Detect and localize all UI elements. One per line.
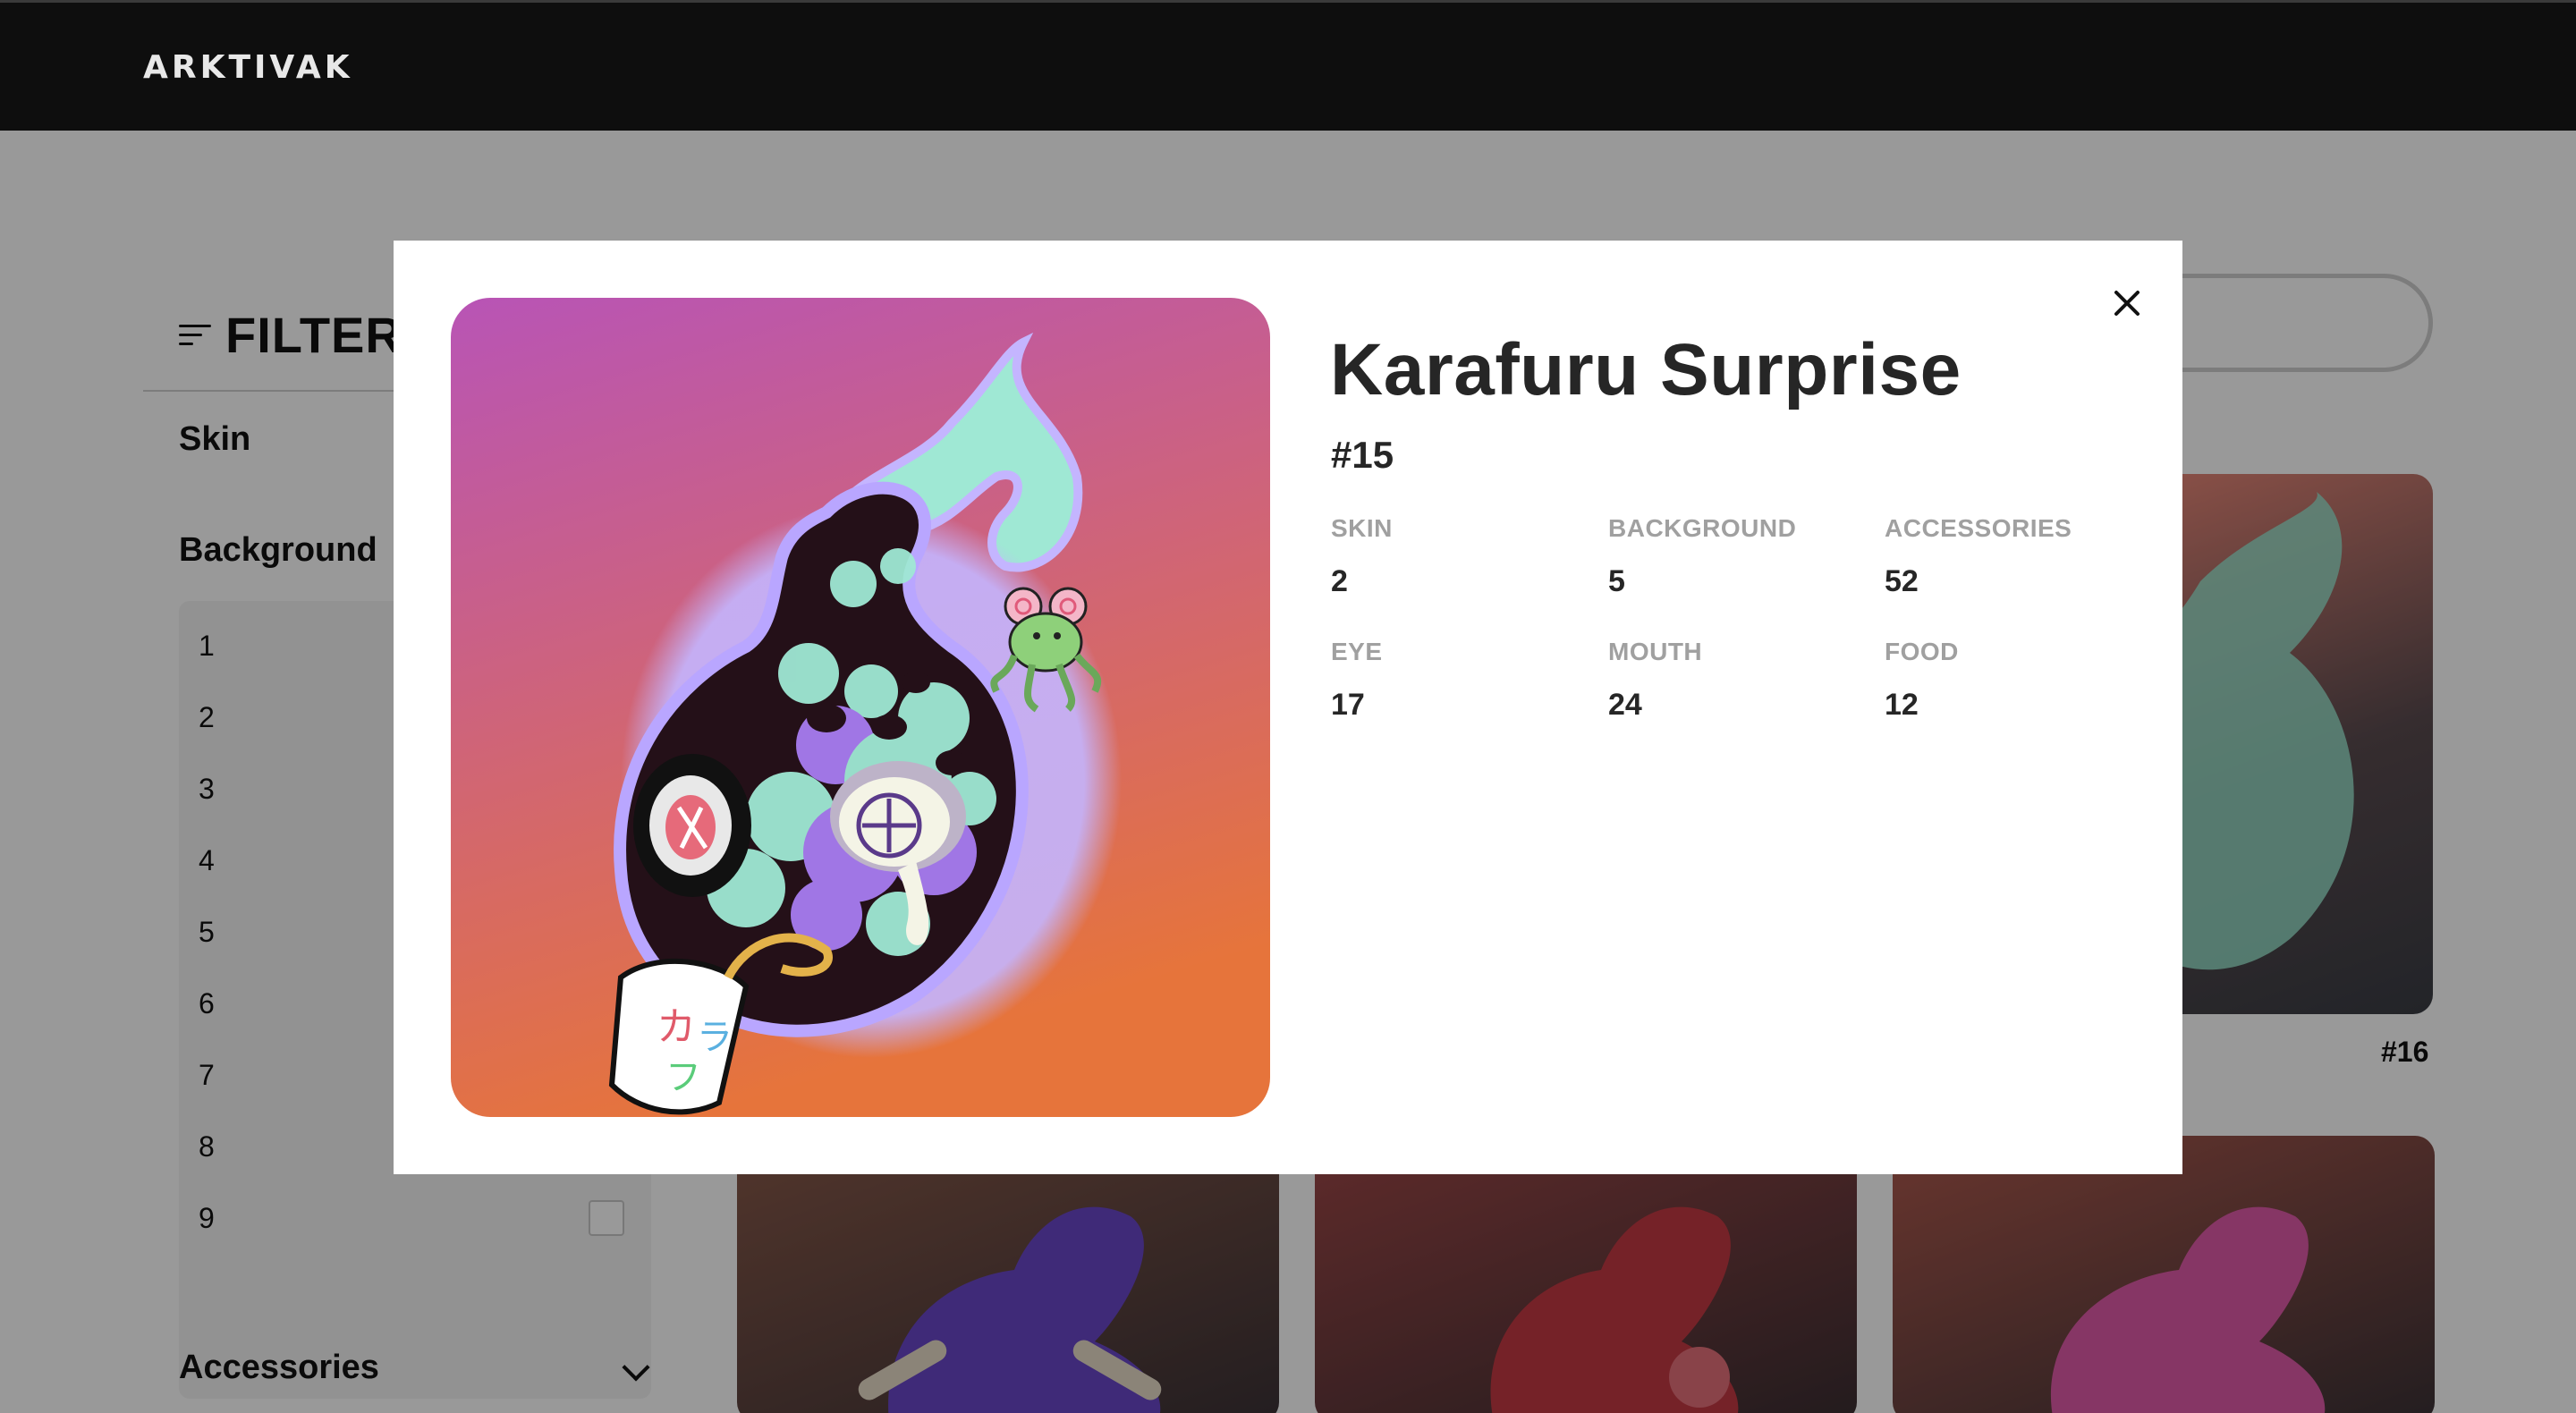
trait-label: ACCESSORIES xyxy=(1885,514,2072,542)
trait-value: 17 xyxy=(1331,688,1365,722)
trait-accessories: ACCESSORIES 52 xyxy=(1885,514,2072,599)
trait-label: SKIN xyxy=(1331,514,1393,542)
trait-skin: SKIN 2 xyxy=(1331,514,1393,599)
nft-title: Karafuru Surprise xyxy=(1330,329,1962,410)
trait-label: EYE xyxy=(1331,638,1383,665)
svg-text:ラ: ラ xyxy=(697,1017,733,1058)
nft-artwork: カ ラ フ xyxy=(451,298,1270,1117)
nft-detail-modal: カ ラ フ Karafuru Surprise #15 SKIN 2 BACKG… xyxy=(394,241,2182,1174)
trait-value: 12 xyxy=(1885,688,1919,722)
trait-value: 24 xyxy=(1608,688,1642,722)
close-icon[interactable] xyxy=(2107,283,2147,323)
trait-mouth: MOUTH 24 xyxy=(1608,638,1702,723)
site-logo[interactable]: ARKTIVAK xyxy=(143,49,353,86)
svg-text:フ: フ xyxy=(665,1057,701,1098)
trait-background: BACKGROUND 5 xyxy=(1608,514,1796,599)
cup-lettering: カ xyxy=(657,1004,696,1050)
trait-label: FOOD xyxy=(1885,638,1959,665)
trait-food: FOOD 12 xyxy=(1885,638,1959,723)
trait-value: 5 xyxy=(1608,564,1625,598)
trait-label: MOUTH xyxy=(1608,638,1703,665)
nft-id: #15 xyxy=(1331,434,1394,476)
ghost-artwork-image: カ ラ フ xyxy=(451,298,1270,1117)
trait-value: 52 xyxy=(1885,564,1919,598)
top-navigation-bar: ARKTIVAK xyxy=(0,0,2576,131)
trait-label: BACKGROUND xyxy=(1608,514,1797,542)
trait-value: 2 xyxy=(1331,564,1348,598)
trait-eye: EYE 17 xyxy=(1331,638,1383,723)
